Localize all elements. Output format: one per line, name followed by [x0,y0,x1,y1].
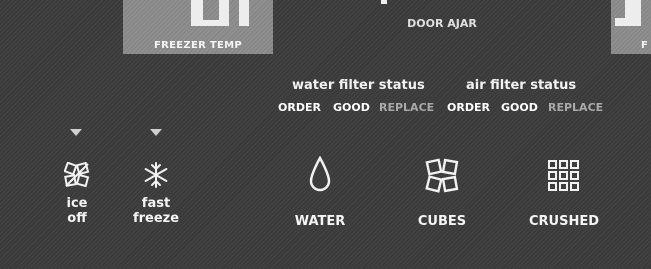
fast-freeze-label-line2: freeze [132,211,180,226]
ice-off-icon [64,162,90,188]
door-ajar-label: DOOR AJAR [407,17,477,30]
cubes-button[interactable]: CUBES [406,152,478,232]
water-button[interactable]: WATER [284,152,356,232]
water-filter-title: water filter status [292,78,425,93]
fast-freeze-label-line1: fast [141,196,171,211]
ice-off-label-line1: ice [66,196,88,211]
freezer-temp-panel: FREEZER TEMP [123,0,273,54]
ice-off-button[interactable]: ice off [50,160,104,232]
temp-digit-segment [615,18,641,26]
water-drop-icon [309,156,331,192]
water-filter-order: ORDER [278,101,321,114]
cubes-icon [425,158,459,193]
air-filter-replace: REPLACE [548,101,604,114]
temp-digit-segment [239,0,249,26]
fast-freeze-indicator [150,129,162,136]
air-filter-good: GOOD [501,101,538,114]
water-filter-good: GOOD [333,101,370,114]
water-label: WATER [294,214,346,229]
right-panel: F [611,0,651,54]
fast-freeze-button[interactable]: fast freeze [128,160,184,232]
crushed-button[interactable]: CRUSHED [522,152,606,232]
ice-off-indicator [70,129,82,136]
temp-digit-segment [191,20,229,26]
door-ajar-indicator: DOOR AJAR [381,0,501,40]
air-filter-order: ORDER [447,101,490,114]
indicator-segment [381,0,387,4]
snowflake-icon [144,162,168,188]
crushed-ice-icon [548,160,579,191]
freezer-temp-label: FREEZER TEMP [154,40,242,51]
crushed-label: CRUSHED [528,214,600,229]
air-filter-title: air filter status [466,78,577,93]
water-filter-replace: REPLACE [379,101,435,114]
fast-freeze-label: fast freeze [128,196,184,226]
ice-off-label: ice off [50,196,104,226]
right-panel-label: F [641,40,648,51]
ice-off-label-line2: off [67,211,87,226]
cubes-label: CUBES [417,214,467,229]
